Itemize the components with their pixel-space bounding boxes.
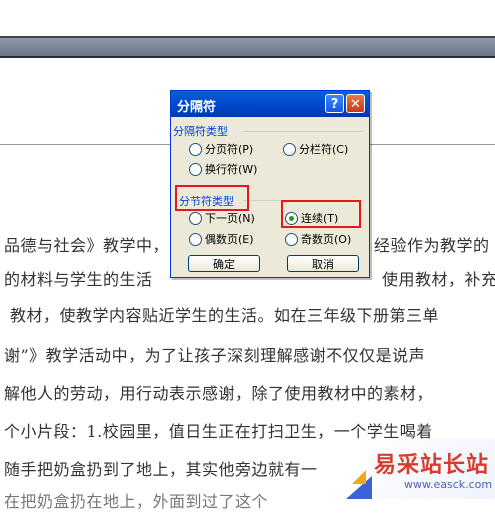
radio-page-break[interactable]: 分页符(P) (189, 141, 253, 157)
radio-label: 分页符(P) (205, 143, 254, 156)
radio-column-break[interactable]: 分栏符(C) (283, 141, 348, 157)
watermark-brand: 易采站长站 (374, 452, 490, 478)
radio-label: 下一页(N) (205, 212, 255, 225)
highlight-box (281, 200, 361, 228)
doc-line: 教材，使教学内容贴近学生的生活。如在三年级下册第三单 (10, 306, 440, 325)
close-icon[interactable]: ✕ (346, 94, 365, 113)
window-toolbar-strip (0, 36, 495, 58)
radio-button-icon[interactable] (189, 232, 202, 246)
radio-button-icon[interactable] (189, 162, 202, 176)
radio-next-page[interactable]: 下一页(N) (189, 210, 255, 226)
doc-line-fragment: 经验作为教学的 (374, 236, 490, 255)
radio-label: 奇数页(O) (301, 233, 352, 246)
radio-text-wrap-break[interactable]: 换行符(W) (189, 161, 257, 177)
radio-label: 偶数页(E) (205, 233, 254, 246)
radio-even-page[interactable]: 偶数页(E) (189, 231, 254, 247)
dialog-titlebar[interactable]: 分隔符 ? ✕ (171, 91, 369, 117)
watermark-url: www.easck.com (404, 478, 493, 491)
cancel-button[interactable]: 取消 (287, 255, 359, 272)
ok-button[interactable]: 确定 (188, 255, 260, 272)
dialog-title: 分隔符 (177, 100, 217, 115)
radio-label: 分栏符(C) (299, 143, 349, 156)
radio-button-icon[interactable] (283, 142, 296, 156)
watermark-logo-accent-icon (352, 470, 366, 484)
radio-button-icon[interactable] (189, 211, 202, 225)
doc-line-fragment: 使用教材，补充 (382, 270, 495, 289)
radio-label: 换行符(W) (205, 163, 258, 176)
radio-odd-page[interactable]: 奇数页(O) (285, 231, 351, 247)
doc-line: 谢”》教学活动中，为了让孩子深刻理解感谢不仅仅是说声 (4, 346, 426, 365)
break-types-label: 分隔符类型 (173, 125, 228, 138)
group-divider (243, 131, 363, 132)
radio-button-icon[interactable] (285, 232, 298, 246)
doc-line: 解他人的劳动，用行动表示感谢，除了使用教材中的素材， (4, 384, 434, 403)
help-icon[interactable]: ? (325, 94, 344, 113)
highlight-box (175, 185, 249, 211)
break-dialog: 分隔符 ? ✕ 分隔符类型 分页符(P) 分栏符(C) 换行符(W) 分节符类型… (170, 90, 370, 278)
radio-button-icon[interactable] (189, 142, 202, 156)
